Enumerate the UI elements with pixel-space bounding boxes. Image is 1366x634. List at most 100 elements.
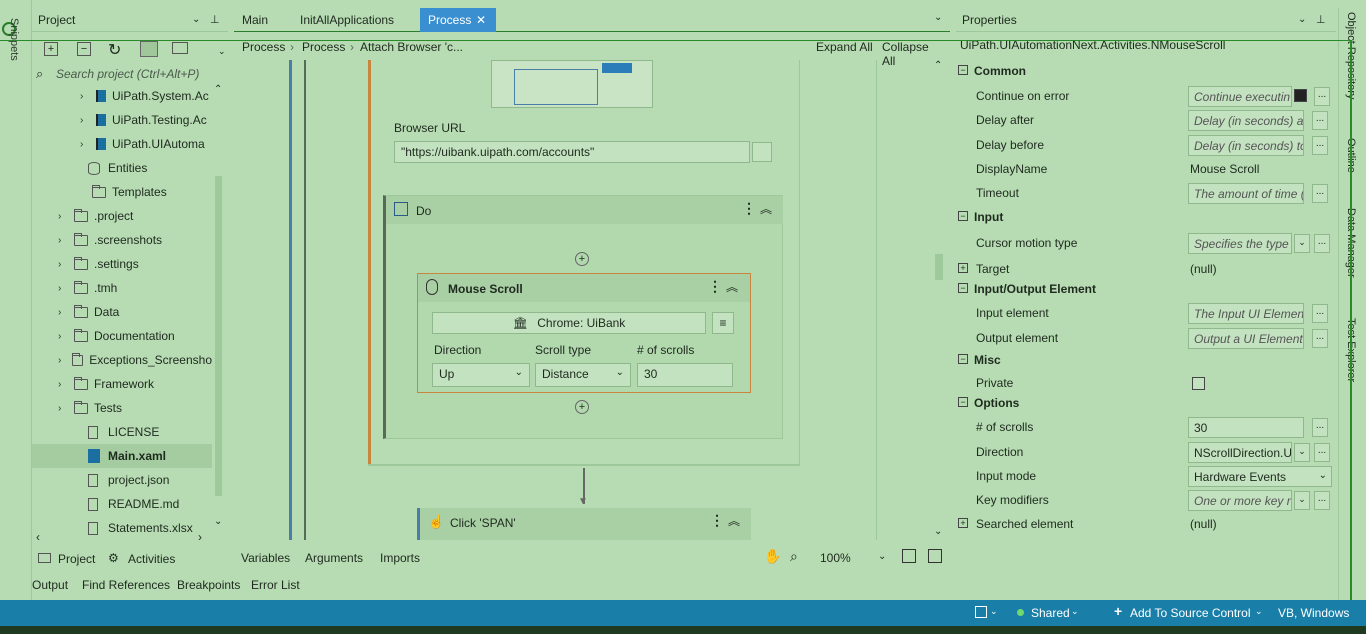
property-value[interactable]: Mouse Scroll (1190, 162, 1259, 176)
breakpoints-tab[interactable]: Breakpoints (177, 578, 240, 592)
zoom-level[interactable]: 100% (820, 551, 851, 565)
mouse-scroll-header[interactable]: Mouse Scroll ⋮ ︽ (418, 274, 750, 302)
expand-icon[interactable]: + (958, 518, 968, 528)
outline-tab[interactable]: Outline (1345, 138, 1357, 173)
tree-item[interactable]: LICENSE (32, 420, 212, 444)
expand-chevron-icon[interactable]: › (80, 115, 92, 126)
click-span-card[interactable]: ☝ Click 'SPAN' ⋮ ︽ (417, 508, 751, 540)
expand-chevron-icon[interactable]: › (58, 307, 70, 318)
expand-chevron-icon[interactable]: › (58, 235, 70, 246)
property-select[interactable]: Hardware Events ⌄ (1188, 466, 1332, 487)
menu-icon[interactable]: ≡ (712, 312, 734, 334)
add-activity-icon[interactable]: + (575, 252, 589, 266)
property-input[interactable]: NScrollDirection.U (1188, 442, 1292, 463)
test-explorer-tab[interactable]: Test Explorer (1345, 318, 1357, 382)
object-repository-tab[interactable]: Object Repository (1345, 12, 1357, 99)
collapse-chevron-icon[interactable]: ︽ (726, 278, 738, 295)
tab-activities[interactable]: Activities (128, 552, 175, 566)
tabs-dropdown-icon[interactable]: ⌄ (934, 12, 942, 23)
chevron-down-icon[interactable]: ⌄ (1255, 606, 1263, 617)
breadcrumb-item-1[interactable]: Process (242, 40, 285, 54)
tree-item[interactable]: › Documentation (32, 324, 212, 348)
tree-item[interactable]: › UiPath.Testing.Ac (32, 108, 212, 132)
data-manager-tab[interactable]: Data Manager (1345, 208, 1357, 278)
find-references-tab[interactable]: Find References (82, 578, 170, 592)
expand-chevron-icon[interactable]: › (58, 379, 70, 390)
property-input[interactable]: The Input UI Element (1188, 303, 1304, 324)
browser-url-field[interactable]: "https://uibank.uipath.com/accounts" (394, 141, 750, 163)
breadcrumb-item-2[interactable]: Process (302, 40, 345, 54)
shared-label[interactable]: Shared (1031, 606, 1070, 620)
panel-options-icon[interactable]: ⌄ (192, 14, 200, 25)
dropdown-button[interactable]: ⌄ (1294, 491, 1310, 510)
fit-to-screen-icon[interactable] (902, 549, 916, 563)
property-input[interactable]: Continue executin (1188, 86, 1292, 107)
tree-item[interactable]: Entities (32, 156, 212, 180)
ellipsis-button[interactable]: ... (1314, 87, 1330, 106)
target-element-field[interactable]: 🏛 Chrome: UiBank (432, 312, 706, 334)
tree-item[interactable]: README.md (32, 492, 212, 516)
tree-item[interactable]: › Framework (32, 372, 212, 396)
expression-editor-icon[interactable] (752, 142, 772, 162)
ellipsis-button[interactable]: ... (1314, 491, 1330, 510)
expand-chevron-icon[interactable]: › (58, 259, 70, 270)
scroll-thumb[interactable] (935, 254, 943, 280)
tree-item[interactable]: Main.xaml (32, 444, 212, 468)
orchestrator-icon[interactable] (975, 606, 987, 618)
collapse-chevron-icon[interactable]: ︽ (760, 200, 772, 217)
collapse-icon[interactable]: − (958, 397, 968, 407)
scroll-left-icon[interactable]: ‹ (36, 530, 40, 544)
tree-scrollbar[interactable]: ⌃ ⌄ (214, 84, 224, 528)
scroll-up-icon[interactable]: ⌃ (934, 60, 942, 71)
error-list-tab[interactable]: Error List (251, 578, 300, 592)
ellipsis-button[interactable]: ... (1312, 418, 1328, 437)
mouse-scroll-card[interactable]: Mouse Scroll ⋮ ︽ 🏛 Chrome: UiBank ≡ Dire… (417, 273, 751, 393)
more-options-icon[interactable]: ⋮ (710, 512, 724, 529)
scroll-down-icon[interactable]: ⌄ (214, 516, 222, 527)
tree-item[interactable]: › .tmh (32, 276, 212, 300)
tree-item[interactable]: › Data (32, 300, 212, 324)
expand-icon[interactable]: + (958, 263, 968, 273)
more-options-icon[interactable]: ⋮ (708, 278, 722, 295)
chevron-down-icon[interactable]: ⌄ (878, 551, 886, 562)
breadcrumb-item-3[interactable]: Attach Browser 'c... (360, 40, 463, 54)
designer-scrollbar[interactable]: ⌃ ⌄ (932, 60, 946, 540)
tree-item[interactable]: › UiPath.System.Ac (32, 84, 212, 108)
collapse-icon[interactable]: − (958, 211, 968, 221)
tree-item[interactable]: › .project (32, 204, 212, 228)
tree-item[interactable]: › Tests (32, 396, 212, 420)
add-activity-icon[interactable]: + (575, 400, 589, 414)
arguments-tab[interactable]: Arguments (305, 551, 363, 565)
do-header[interactable]: Do ⋮ ︽ (386, 196, 783, 224)
overview-icon[interactable] (928, 549, 942, 563)
expand-all-link[interactable]: Expand All (816, 40, 873, 54)
expand-icon[interactable]: + (44, 42, 58, 56)
collapse-chevron-icon[interactable]: ︽ (728, 512, 740, 529)
category-io-element[interactable]: − Input/Output Element (956, 278, 1332, 300)
collapse-icon[interactable]: − (77, 42, 91, 56)
ellipsis-button[interactable]: ... (1312, 304, 1328, 323)
property-value[interactable]: (null) (1190, 517, 1217, 531)
output-tab[interactable]: Output (32, 578, 68, 592)
show-all-files-icon[interactable] (140, 41, 158, 57)
scroll-thumb[interactable] (215, 176, 222, 496)
panel-options-icon[interactable]: ⌄ (1298, 14, 1306, 25)
tab-process[interactable]: Process ✕ (420, 8, 496, 32)
variables-tab[interactable]: Variables (241, 551, 290, 565)
num-scrolls-input[interactable]: 30 (637, 363, 733, 387)
snippets-tab[interactable]: Snippets (8, 18, 20, 61)
category-input[interactable]: − Input (956, 206, 1332, 228)
project-search[interactable]: ⌕ Search project (Ctrl+Alt+P) (32, 64, 228, 86)
ellipsis-button[interactable]: ... (1312, 136, 1328, 155)
collapse-icon[interactable]: − (958, 65, 968, 75)
language-label[interactable]: VB, Windows (1278, 606, 1349, 620)
private-checkbox[interactable] (1192, 377, 1205, 390)
chevron-down-icon[interactable]: ⌄ (990, 606, 998, 617)
expand-chevron-icon[interactable]: › (80, 91, 92, 102)
property-input[interactable]: The amount of time (i (1188, 183, 1304, 204)
direction-select[interactable]: Up ⌄ (432, 363, 530, 387)
close-icon[interactable]: ✕ (476, 8, 486, 32)
expand-chevron-icon[interactable]: › (58, 403, 70, 414)
property-input[interactable]: 30 (1188, 417, 1304, 438)
pin-icon[interactable]: ⊥ (1316, 13, 1326, 26)
